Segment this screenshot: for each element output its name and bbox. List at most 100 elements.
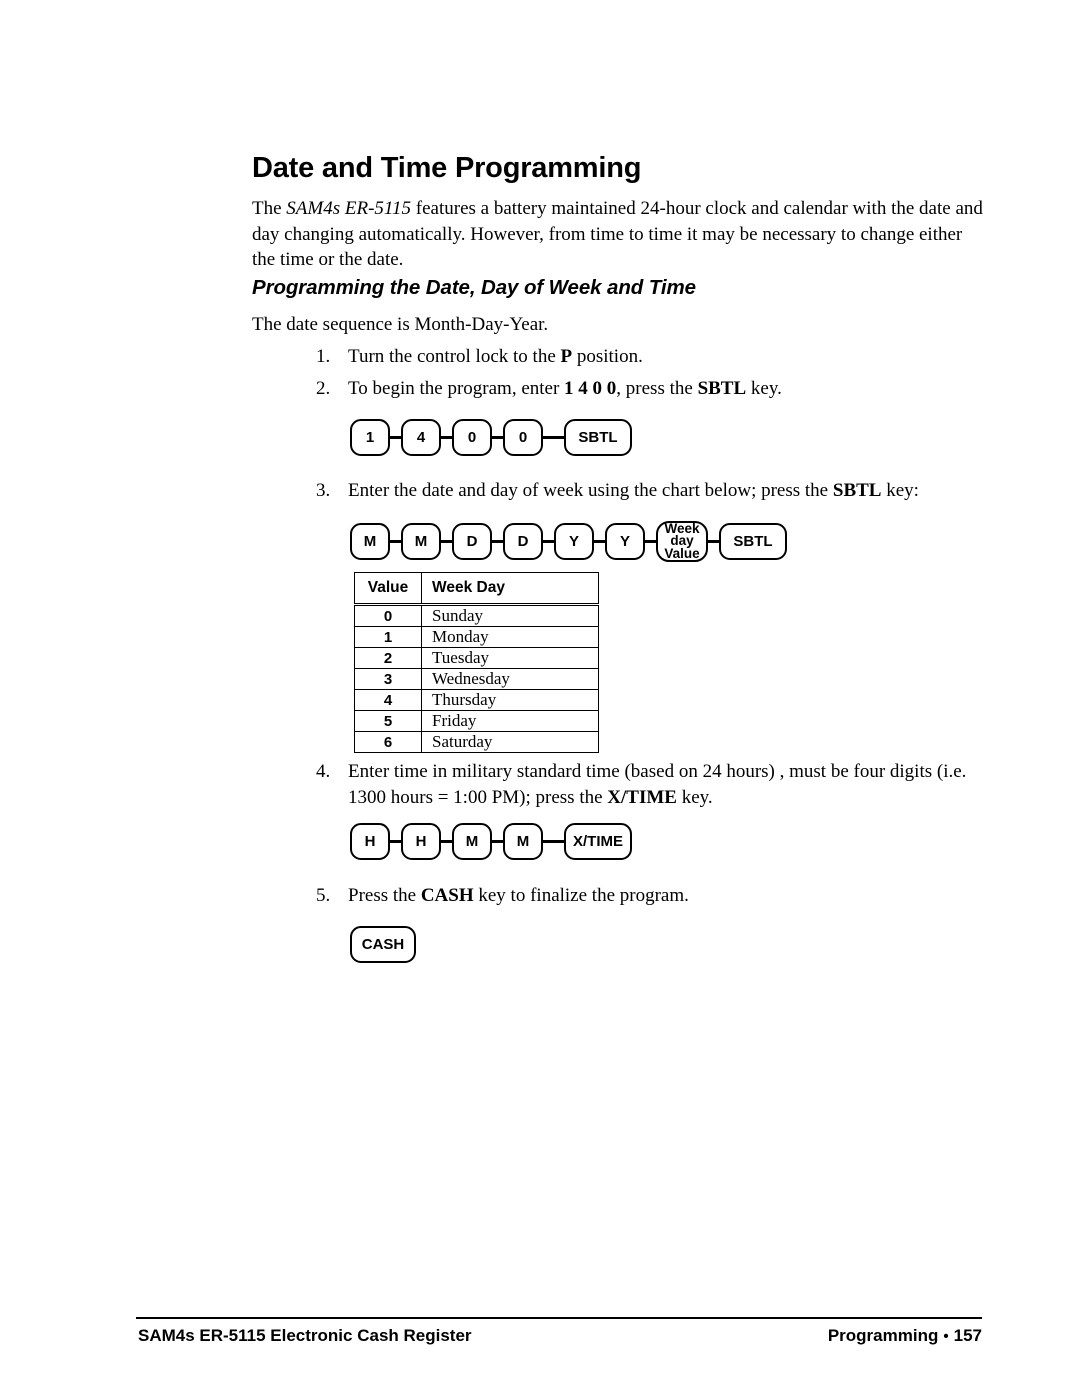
step-3-part-b: SBTL bbox=[832, 480, 882, 501]
step-3-part-c: key: bbox=[881, 480, 919, 501]
table-row: 2 Tuesday bbox=[354, 647, 599, 669]
table-row: 3 Wednesday bbox=[354, 668, 599, 690]
cell-day: Wednesday bbox=[421, 668, 599, 690]
cell-value: 0 bbox=[354, 604, 422, 627]
key-year-2[interactable]: Y bbox=[605, 523, 645, 560]
key-cash[interactable]: CASH bbox=[350, 926, 416, 963]
step-4-part-c: key. bbox=[676, 786, 713, 808]
cell-value: 4 bbox=[354, 689, 422, 711]
document-page: Date and Time Programming The SAM4s ER-5… bbox=[0, 0, 1080, 1397]
week-day-table: Value Week Day 0 Sunday 1 Monday 2 Tuesd… bbox=[354, 572, 599, 753]
key-year-1[interactable]: Y bbox=[554, 523, 594, 560]
key-connector bbox=[492, 840, 503, 843]
footer-section-label: Programming bbox=[827, 1326, 939, 1345]
key-connector bbox=[492, 540, 503, 543]
key-connector bbox=[441, 540, 452, 543]
step-2-part-e: key. bbox=[746, 378, 782, 399]
key-sbtl-date[interactable]: SBTL bbox=[719, 523, 787, 560]
key-sbtl[interactable]: SBTL bbox=[564, 419, 632, 456]
cell-value: 3 bbox=[354, 668, 422, 690]
key-connector bbox=[441, 436, 452, 439]
key-minute-2[interactable]: M bbox=[503, 823, 543, 860]
product-name: SAM4s ER-5115 bbox=[286, 198, 412, 219]
key-connector bbox=[645, 540, 656, 543]
cell-value: 6 bbox=[354, 731, 422, 753]
table-header-row: Value Week Day bbox=[354, 572, 599, 606]
table-row: 4 Thursday bbox=[354, 689, 599, 711]
step-5-text: Press the CASH key to finalize the progr… bbox=[348, 883, 988, 909]
footer-page-info: Programming • 157 bbox=[828, 1326, 982, 1346]
step-5: 5. Press the CASH key to finalize the pr… bbox=[316, 883, 988, 909]
step-5-part-a: Press the bbox=[348, 885, 421, 906]
table-row: 1 Monday bbox=[354, 626, 599, 648]
step-2-part-d: SBTL bbox=[697, 378, 747, 399]
key-connector bbox=[441, 840, 452, 843]
step-2-part-c: , press the bbox=[616, 378, 698, 399]
step-2-text: To begin the program, enter 1 4 0 0, pre… bbox=[348, 376, 988, 402]
key-connector bbox=[390, 840, 401, 843]
step-3-part-a: Enter the date and day of week using the… bbox=[348, 480, 833, 501]
key-connector bbox=[594, 540, 605, 543]
footer-divider bbox=[136, 1317, 982, 1320]
footer-product-name: SAM4s ER-5115 Electronic Cash Register bbox=[138, 1326, 472, 1345]
key-week-day-value[interactable]: Week day Value bbox=[656, 521, 708, 562]
key-connector bbox=[390, 540, 401, 543]
cell-value: 2 bbox=[354, 647, 422, 669]
key-connector bbox=[492, 436, 503, 439]
step-3-text: Enter the date and day of week using the… bbox=[348, 478, 988, 504]
key-0-second[interactable]: 0 bbox=[503, 419, 543, 456]
key-week-day-line-3: Value bbox=[664, 545, 700, 561]
step-3-number: 3. bbox=[316, 480, 331, 501]
key-hour-1[interactable]: H bbox=[350, 823, 390, 860]
step-1-part-c: position. bbox=[572, 346, 643, 367]
cell-day: Sunday bbox=[421, 604, 599, 627]
key-month-2[interactable]: M bbox=[401, 523, 441, 560]
step-2-number: 2. bbox=[316, 378, 331, 399]
cell-value: 1 bbox=[354, 626, 422, 648]
step-4: 4. Enter time in military standard time … bbox=[316, 759, 988, 810]
key-0-first[interactable]: 0 bbox=[452, 419, 492, 456]
key-hour-2[interactable]: H bbox=[401, 823, 441, 860]
key-1[interactable]: 1 bbox=[350, 419, 390, 456]
key-day-2[interactable]: D bbox=[503, 523, 543, 560]
key-connector bbox=[543, 436, 564, 439]
step-5-part-c: key to finalize the program. bbox=[473, 885, 689, 906]
key-connector bbox=[708, 540, 719, 543]
cell-day: Saturday bbox=[421, 731, 599, 753]
cell-day: Tuesday bbox=[421, 647, 599, 669]
key-sequence-finalize: CASH bbox=[350, 926, 416, 963]
table-row: 5 Friday bbox=[354, 710, 599, 732]
key-day-1[interactable]: D bbox=[452, 523, 492, 560]
key-sequence-date-entry: M M D D Y Y Week day Value SBTL bbox=[350, 521, 787, 562]
step-4-number: 4. bbox=[316, 761, 331, 782]
key-x-time[interactable]: X/TIME bbox=[564, 823, 632, 860]
table-header-value: Value bbox=[354, 572, 422, 606]
step-4-part-b: X/TIME bbox=[607, 786, 677, 808]
key-4[interactable]: 4 bbox=[401, 419, 441, 456]
step-3: 3. Enter the date and day of week using … bbox=[316, 478, 988, 504]
cell-day: Thursday bbox=[421, 689, 599, 711]
step-5-part-b: CASH bbox=[420, 885, 474, 906]
footer-separator-dot: • bbox=[943, 1328, 949, 1346]
key-month-1[interactable]: M bbox=[350, 523, 390, 560]
footer-page-number: 157 bbox=[953, 1326, 982, 1345]
step-1-number: 1. bbox=[316, 346, 331, 367]
table-row: 0 Sunday bbox=[354, 604, 599, 627]
page-title: Date and Time Programming bbox=[252, 152, 642, 184]
cell-day: Monday bbox=[421, 626, 599, 648]
cell-value: 5 bbox=[354, 710, 422, 732]
key-minute-1[interactable]: M bbox=[452, 823, 492, 860]
cell-day: Friday bbox=[421, 710, 599, 732]
table-header-week-day: Week Day bbox=[421, 572, 599, 606]
key-sequence-time-entry: H H M M X/TIME bbox=[350, 823, 632, 860]
key-sequence-program-entry: 1 4 0 0 SBTL bbox=[350, 419, 632, 456]
table-row: 6 Saturday bbox=[354, 731, 599, 753]
key-connector bbox=[543, 840, 564, 843]
section-subtitle: Programming the Date, Day of Week and Ti… bbox=[252, 276, 696, 299]
step-1-part-b: P bbox=[560, 346, 573, 367]
step-2: 2. To begin the program, enter 1 4 0 0, … bbox=[316, 376, 988, 402]
key-connector bbox=[543, 540, 554, 543]
step-4-text: Enter time in military standard time (ba… bbox=[348, 759, 988, 810]
step-5-number: 5. bbox=[316, 885, 331, 906]
intro-text-before: The bbox=[252, 198, 287, 219]
